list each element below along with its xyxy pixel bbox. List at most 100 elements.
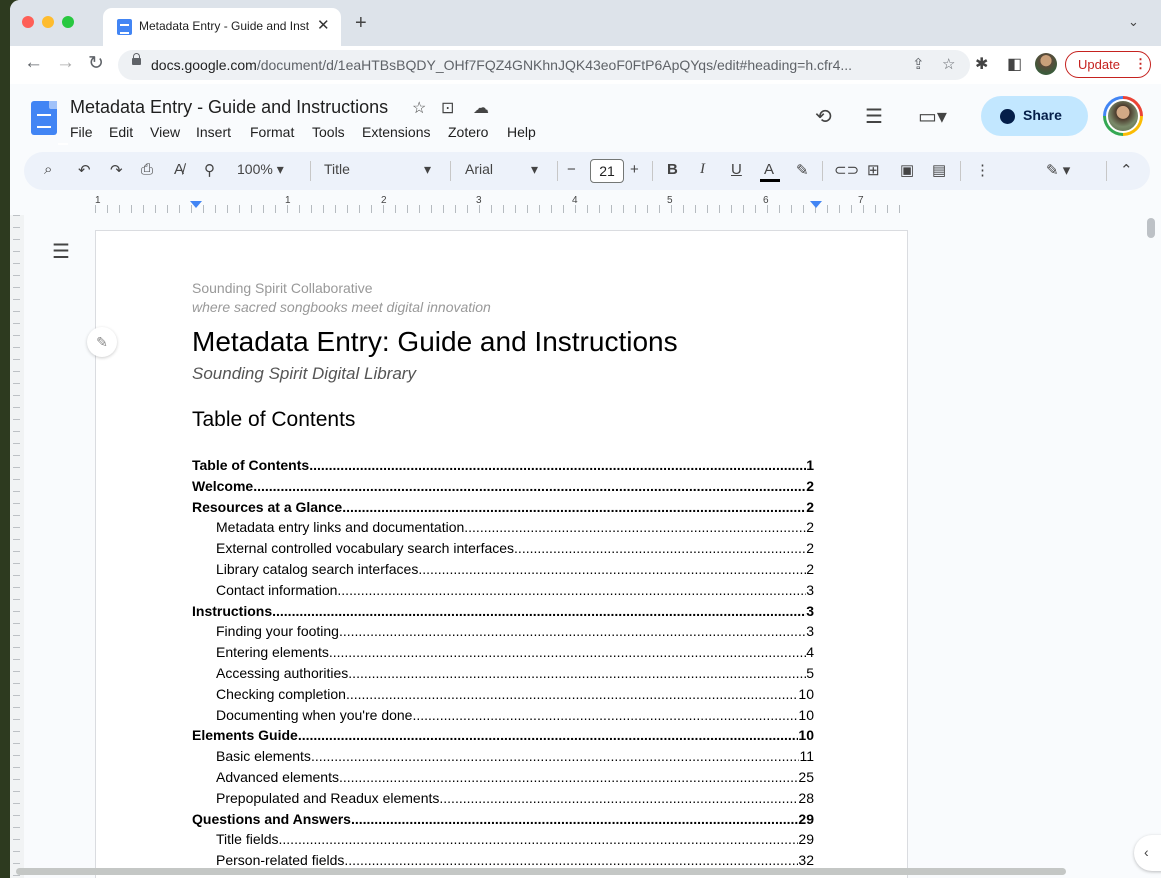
clear-formatting-icon[interactable]: ▤ [932, 161, 946, 179]
menu-view[interactable]: View [150, 124, 180, 140]
paint-format-icon[interactable]: ⚲ [204, 161, 215, 179]
url-text[interactable]: docs.google.com/document/d/1eaHTBsBQDY_O… [151, 57, 891, 73]
document-title[interactable]: Metadata Entry - Guide and Instructions [70, 97, 388, 118]
account-avatar[interactable] [1103, 96, 1143, 136]
cloud-status-icon[interactable]: ☁ [473, 98, 489, 118]
highlight-pen-icon[interactable]: ✎ [796, 161, 809, 179]
redo-icon[interactable]: ↷ [110, 161, 123, 179]
star-icon[interactable]: ☆ [412, 98, 426, 118]
horizontal-scrollbar[interactable] [16, 868, 1066, 875]
increase-font-size-icon[interactable]: + [630, 161, 639, 178]
share-button[interactable]: Share [981, 96, 1088, 136]
menu-help[interactable]: Help [507, 124, 536, 140]
menu-tools[interactable]: Tools [312, 124, 345, 140]
extensions-puzzle-icon[interactable]: ✱ [975, 54, 988, 74]
toc-entry[interactable]: Documenting when you're done 10 [216, 707, 814, 728]
ruler-number: 1 [285, 195, 291, 206]
tab-close-icon[interactable]: ✕ [317, 16, 330, 34]
document-page[interactable]: Sounding Spirit Collaborative where sacr… [95, 230, 908, 878]
forward-arrow-icon[interactable]: → [56, 52, 75, 74]
menu-extensions[interactable]: Extensions [362, 124, 430, 140]
menu-format[interactable]: Format [250, 124, 294, 140]
toc-entry-text: Accessing authorities [216, 665, 349, 681]
menu-file[interactable]: File [70, 124, 93, 140]
document-outline-icon[interactable]: ☰ [52, 239, 70, 264]
italic-icon[interactable]: I [700, 161, 705, 178]
menu-edit[interactable]: Edit [109, 124, 133, 140]
toc-entry[interactable]: Finding your footing 3 [216, 623, 814, 644]
toc-heading: Table of Contents [192, 408, 356, 431]
bold-icon[interactable]: B [667, 161, 678, 178]
right-indent-marker[interactable] [810, 201, 822, 208]
toc-entry[interactable]: Metadata entry links and documentation 2 [216, 519, 814, 540]
toc-entry[interactable]: Library catalog search interfaces 2 [216, 561, 814, 582]
bookmark-star-icon[interactable]: ☆ [942, 55, 955, 73]
minimize-window-button[interactable] [42, 16, 54, 28]
more-vert-icon[interactable]: ⋮ [975, 161, 990, 179]
font-select[interactable]: Arial ▾ [465, 161, 545, 177]
toc-entry[interactable]: External controlled vocabulary search in… [216, 540, 814, 561]
toc-leader-dots [418, 561, 806, 582]
docs-logo-icon[interactable] [31, 101, 68, 145]
paragraph-style-select[interactable]: Title ▾ [324, 161, 436, 177]
browser-tab-active[interactable]: Metadata Entry - Guide and Instructions … [103, 8, 341, 46]
underline-icon[interactable]: U [731, 161, 742, 178]
font-size-input[interactable]: 21 [590, 159, 624, 183]
toc-entry[interactable]: Table of Contents 1 [192, 457, 814, 478]
chevron-down-icon[interactable]: ⌄ [1128, 14, 1139, 30]
docs-header: Metadata Entry - Guide and Instructions … [10, 84, 1161, 150]
toc-entry[interactable]: Questions and Answers 29 [192, 811, 814, 832]
horizontal-ruler[interactable]: 1 1 2 3 4 5 6 7 [95, 195, 908, 215]
side-panel-icon[interactable]: ◧ [1007, 54, 1022, 74]
toc-entry[interactable]: Elements Guide 10 [192, 727, 814, 748]
menu-insert[interactable]: Insert [196, 124, 231, 140]
update-browser-button[interactable]: Update ⋮ [1065, 51, 1151, 78]
text-color-icon[interactable]: A [764, 161, 774, 178]
insert-image-icon[interactable]: ▣ [900, 161, 914, 179]
toc-entry[interactable]: Advanced elements 25 [216, 769, 814, 790]
toc-entry[interactable]: Prepopulated and Readux elements 28 [216, 790, 814, 811]
spellcheck-icon[interactable]: A̸ [174, 161, 184, 178]
add-comment-icon[interactable]: ⊞ [867, 161, 880, 179]
left-indent-marker[interactable] [190, 201, 202, 208]
toc-entry[interactable]: Contact information 3 [216, 582, 814, 603]
suggest-edit-pen-icon[interactable]: ✎ [87, 327, 117, 357]
toc-entry[interactable]: Checking completion 10 [216, 686, 814, 707]
insert-link-icon[interactable]: ⊂⊃ [834, 161, 859, 179]
toc-entry[interactable]: Welcome 2 [192, 478, 814, 499]
toc-entry[interactable]: Accessing authorities 5 [216, 665, 814, 686]
version-history-icon[interactable]: ⟲ [815, 104, 832, 129]
decrease-font-size-icon[interactable]: − [567, 161, 576, 178]
document-canvas[interactable]: ☰ Sounding Spirit Collaborative where sa… [24, 215, 1161, 878]
share-page-icon[interactable]: ⇪ [912, 55, 925, 73]
ruler-number: 7 [858, 195, 864, 206]
zoom-select[interactable]: 100% ▾ [237, 161, 284, 178]
toc-leader-dots [311, 748, 800, 769]
browser-window: Metadata Entry - Guide and Instructions … [10, 0, 1161, 878]
back-arrow-icon[interactable]: ← [24, 52, 43, 74]
new-tab-icon[interactable]: + [355, 12, 367, 35]
maximize-window-button[interactable] [62, 16, 74, 28]
move-folder-icon[interactable]: ⊡ [441, 98, 454, 118]
close-window-button[interactable] [22, 16, 34, 28]
toc-entry[interactable]: Title fields 29 [216, 831, 814, 852]
comments-icon[interactable]: ☰ [865, 104, 883, 129]
meet-video-icon[interactable]: ▭▾ [918, 104, 947, 129]
toc-entry[interactable]: Instructions 3 [192, 603, 814, 624]
toc-entry[interactable]: Basic elements 11 [216, 748, 814, 769]
search-menus-icon[interactable]: ⌕ [44, 161, 52, 178]
toc-entry[interactable]: Entering elements 4 [216, 644, 814, 665]
reload-icon[interactable]: ↻ [88, 52, 104, 75]
undo-icon[interactable]: ↶ [78, 161, 91, 179]
toc-entry[interactable]: Resources at a Glance 2 [192, 499, 814, 520]
lock-icon[interactable] [132, 53, 141, 65]
vertical-scrollbar-thumb[interactable] [1147, 218, 1155, 238]
menu-zotero[interactable]: Zotero [448, 124, 488, 140]
print-icon[interactable]: ⎙ [141, 161, 153, 178]
editing-mode-pen-icon[interactable]: ✎ ▾ [1046, 161, 1070, 179]
collapse-menus-chevron-up-icon[interactable]: ⌃ [1120, 161, 1133, 179]
toc-leader-dots [309, 457, 806, 478]
profile-avatar-small[interactable] [1035, 53, 1057, 75]
omnibox[interactable]: docs.google.com/document/d/1eaHTBsBQDY_O… [118, 50, 970, 80]
toolbar-divider [450, 161, 451, 181]
